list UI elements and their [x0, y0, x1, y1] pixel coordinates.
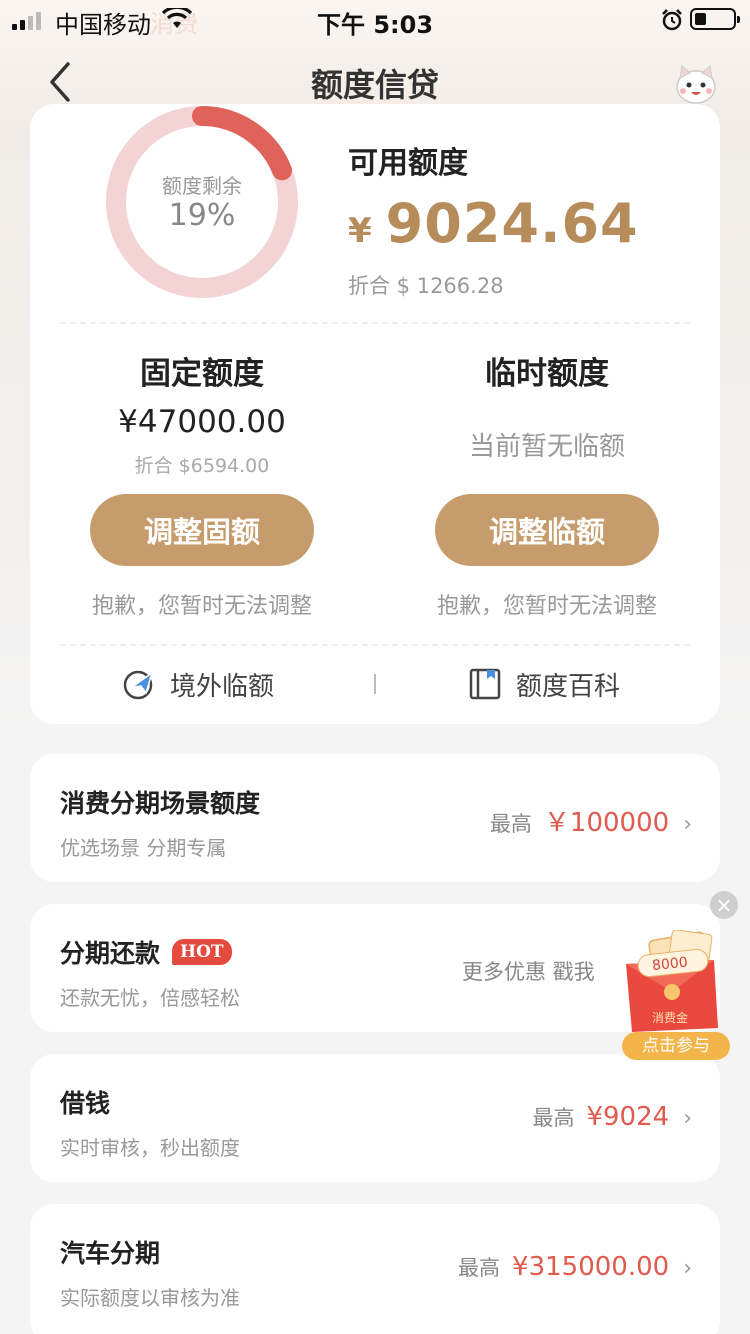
ad-join-label[interactable]: 点击参与 — [622, 1032, 730, 1060]
list-item-title: 汽车分期 — [60, 1239, 161, 1268]
list-item-title: 分期还款 HOT — [60, 934, 232, 970]
divider — [60, 322, 690, 324]
red-packet-icon: 8000 消费金 — [626, 929, 718, 1032]
list-item-subtitle: 优选场景 分期专属 — [60, 836, 227, 860]
available-quota-value: 9024.64 — [385, 192, 639, 255]
alarm-icon — [660, 8, 684, 38]
max-prefix: 最高 — [489, 812, 532, 836]
max-amount: ¥315000.00 — [512, 1252, 670, 1282]
ring-label: 额度剩余 — [162, 174, 242, 198]
ad-tag: 消费金 — [652, 1010, 688, 1025]
list-item-subtitle: 实际额度以审核为准 — [60, 1286, 240, 1310]
close-ad-button[interactable]: × — [710, 891, 738, 919]
fixed-quota-title: 固定额度 — [140, 356, 264, 392]
list-item-max: 最高 ￥100000 › — [490, 802, 692, 839]
page-title: 额度信贷 — [310, 66, 439, 104]
list-item-title-text: 分期还款 — [60, 939, 161, 968]
max-amount: ¥9024 — [586, 1102, 670, 1132]
list-item-subtitle: 还款无忧，倍感轻松 — [60, 986, 240, 1010]
available-quota-usd: 折合 $ 1266.28 — [348, 274, 504, 298]
max-prefix: 最高 — [532, 1106, 575, 1130]
chevron-right-icon: › — [683, 1106, 692, 1131]
list-item-max: 最高 ¥9024 › — [532, 1102, 692, 1132]
chevron-right-icon: › — [683, 1256, 692, 1281]
mascot-service-icon[interactable] — [672, 60, 720, 108]
overseas-quota-link[interactable]: 境外临额 — [122, 664, 274, 704]
list-item-title: 消费分期场景额度 — [60, 789, 261, 818]
link-separator — [374, 674, 376, 694]
fixed-quota-usd: 折合 $6594.00 — [134, 455, 270, 477]
max-prefix: 最高 — [458, 1256, 501, 1280]
temporary-quota-title: 临时额度 — [485, 356, 609, 392]
adjust-temporary-quota-button[interactable]: 调整临额 — [435, 494, 659, 566]
book-icon — [469, 668, 501, 700]
list-item-max: 最高 ¥315000.00 › — [458, 1252, 692, 1282]
status-bar: 消费 中国移动 下午 5:03 — [0, 0, 750, 40]
currency-symbol: ¥ — [348, 211, 372, 251]
more-offers-text: 更多优惠 戳我 — [462, 960, 595, 984]
chevron-right-icon: › — [683, 812, 692, 837]
battery-icon — [690, 8, 740, 30]
plane-globe-icon — [123, 670, 154, 700]
max-amount: ￥100000 — [543, 808, 670, 838]
available-quota-title: 可用额度 — [348, 146, 468, 181]
adjust-fixed-quota-button[interactable]: 调整固额 — [90, 494, 314, 566]
quota-card: 额度剩余 19% 可用额度 ¥ 9024.64 折合 $ 1266.28 固定额… — [30, 104, 720, 724]
ring-percent: 19% — [168, 198, 236, 233]
hot-badge: HOT — [172, 939, 232, 965]
available-quota-amount: ¥ 9024.64 — [348, 192, 639, 255]
fixed-quota-amount: ¥47000.00 — [118, 404, 286, 440]
list-item-title: 借钱 — [60, 1089, 111, 1118]
list-item-installment-repayment[interactable]: 分期还款 HOT 还款无忧，倍感轻松 更多优惠 戳我 — [30, 904, 720, 1032]
list-item-borrow[interactable]: 借钱 实时审核，秒出额度 最高 ¥9024 › — [30, 1054, 720, 1182]
clock-time: 下午 5:03 — [316, 11, 434, 39]
temporary-quota-note: 抱歉，您暂时无法调整 — [436, 594, 657, 619]
quota-ring: 额度剩余 19% — [102, 102, 302, 302]
temporary-quota-status: 当前暂无临额 — [468, 432, 625, 462]
list-item-car-installment[interactable]: 汽车分期 实际额度以审核为准 最高 ¥315000.00 › — [30, 1204, 720, 1334]
list-item-subtitle: 实时审核，秒出额度 — [60, 1136, 240, 1160]
quota-wiki-label: 额度百科 — [516, 671, 621, 702]
fixed-quota-note: 抱歉，您暂时无法调整 — [91, 594, 312, 619]
overseas-quota-label: 境外临额 — [170, 671, 275, 702]
divider — [60, 644, 690, 646]
quota-wiki-link[interactable]: 额度百科 — [468, 664, 620, 704]
list-item-consumer-installment[interactable]: 消费分期场景额度 优选场景 分期专属 最高 ￥100000 › — [30, 754, 720, 882]
